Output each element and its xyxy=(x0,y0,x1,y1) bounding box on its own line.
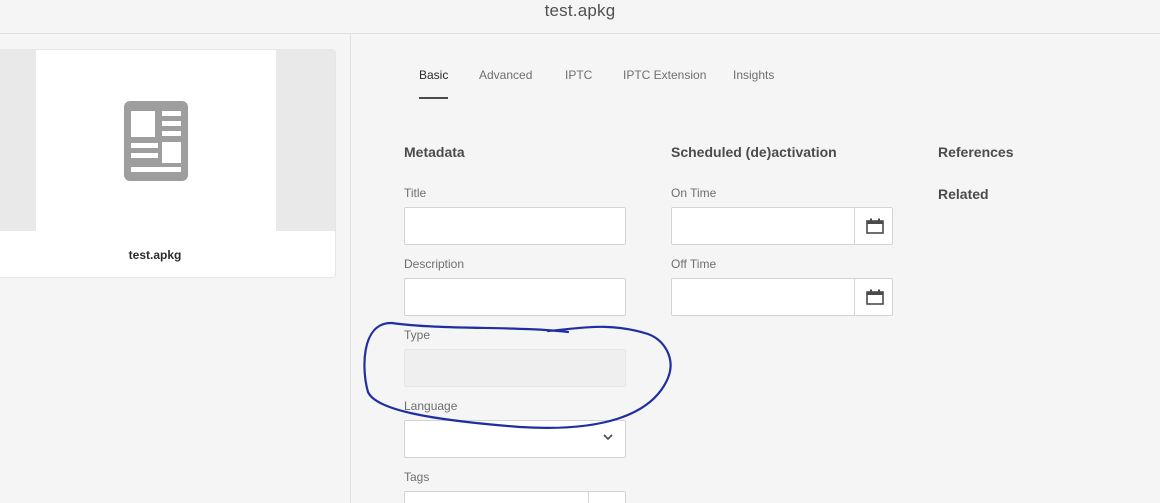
off-time-input[interactable] xyxy=(671,278,855,316)
asset-panel: test.apkg xyxy=(0,34,351,503)
on-time-calendar-button[interactable] xyxy=(854,207,893,245)
tags-picker-button[interactable] xyxy=(588,491,626,503)
description-input[interactable] xyxy=(404,278,626,316)
calendar-icon xyxy=(866,289,884,305)
chevron-down-icon xyxy=(603,434,613,441)
scheduled-heading: Scheduled (de)activation xyxy=(671,144,837,160)
title-label: Title xyxy=(404,186,427,200)
related-link[interactable]: Related xyxy=(938,186,989,202)
document-icon xyxy=(124,101,188,181)
title-bar: test.apkg xyxy=(0,0,1160,34)
properties-panel: Basic Advanced IPTC IPTC Extension Insig… xyxy=(352,34,1160,503)
tab-basic[interactable]: Basic xyxy=(419,68,449,99)
title-input[interactable] xyxy=(404,207,626,245)
off-time-label: Off Time xyxy=(671,257,717,271)
description-label: Description xyxy=(404,257,465,271)
off-time-calendar-button[interactable] xyxy=(854,278,893,316)
references-heading: References xyxy=(938,144,1014,160)
asset-name: test.apkg xyxy=(128,248,182,262)
tab-advanced[interactable]: Advanced xyxy=(479,68,532,98)
asset-card[interactable]: test.apkg xyxy=(0,49,336,278)
language-select[interactable] xyxy=(404,420,626,458)
thumbnail-area xyxy=(0,50,335,231)
tab-iptc-extension[interactable]: IPTC Extension xyxy=(623,68,706,98)
language-label: Language xyxy=(404,399,458,413)
tab-iptc[interactable]: IPTC xyxy=(565,68,592,98)
tags-label: Tags xyxy=(404,470,430,484)
on-time-input[interactable] xyxy=(671,207,855,245)
tab-insights[interactable]: Insights xyxy=(733,68,774,98)
thumbnail xyxy=(36,50,276,231)
on-time-label: On Time xyxy=(671,186,717,200)
calendar-icon xyxy=(866,218,884,234)
type-label: Type xyxy=(404,328,431,342)
tags-input[interactable] xyxy=(404,491,589,503)
type-input xyxy=(404,349,626,387)
metadata-heading: Metadata xyxy=(404,144,465,160)
page-title: test.apkg xyxy=(544,1,616,20)
